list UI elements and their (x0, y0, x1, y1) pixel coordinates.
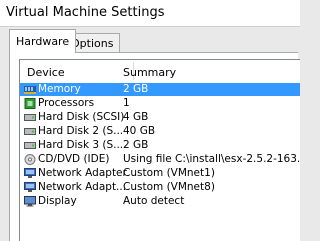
hard-disk-icon (24, 114, 36, 121)
hard-disk-icon (24, 128, 36, 135)
device-row-hard-disk-2[interactable]: Hard Disk 2 (S... 40 GB (20, 125, 300, 138)
tab-hardware-label: Hardware (16, 35, 70, 48)
device-summary: 2 GB (123, 83, 149, 95)
device-summary: Custom (VMnet8) (123, 181, 215, 193)
list-header: Device Summary (20, 60, 300, 82)
device-name: CD/DVD (IDE) (38, 153, 110, 165)
device-summary: 1 (123, 97, 130, 109)
tab-strip: Hardware Options (0, 27, 300, 53)
device-row-cd-dvd[interactable]: CD/DVD (IDE) Using file C:\install\esx-2… (20, 153, 300, 166)
device-summary: Using file C:\install\esx-2.5.2-163... (123, 153, 300, 165)
network-adapter-icon (24, 182, 36, 192)
device-list[interactable]: Device Summary Memory 2 GB Processors 1 … (19, 59, 300, 241)
column-header-summary[interactable]: Summary (123, 66, 176, 79)
title-bar: Virtual Machine Settings (0, 0, 300, 26)
memory-icon (24, 86, 36, 94)
device-summary: 2 GB (123, 139, 149, 151)
column-header-device[interactable]: Device (27, 66, 65, 79)
device-summary: 40 GB (123, 125, 156, 137)
device-name: Hard Disk 3 (S... (38, 139, 124, 151)
device-name: Hard Disk 2 (S... (38, 125, 124, 137)
device-row-memory[interactable]: Memory 2 GB (20, 83, 300, 96)
device-row-processors[interactable]: Processors 1 (20, 97, 300, 110)
device-name: Display (38, 195, 77, 207)
display-icon (24, 196, 36, 207)
network-adapter-icon (24, 168, 36, 178)
tab-options-label: Options (71, 37, 114, 50)
window-title: Virtual Machine Settings (6, 5, 165, 20)
device-summary: Custom (VMnet1) (123, 167, 215, 179)
device-name: Hard Disk (SCSI) (38, 111, 125, 123)
device-name: Memory (38, 83, 81, 95)
device-summary: Auto detect (123, 195, 185, 207)
cd-dvd-icon (24, 154, 36, 165)
device-name: Network Adapter (38, 167, 127, 179)
device-summary: 4 GB (123, 111, 149, 123)
device-name: Processors (38, 97, 95, 109)
device-row-network-adapter-2[interactable]: Network Adapt... Custom (VMnet8) (20, 181, 300, 194)
hard-disk-icon (24, 142, 36, 149)
device-row-hard-disk-scsi[interactable]: Hard Disk (SCSI) 4 GB (20, 111, 300, 124)
processor-icon (24, 98, 36, 109)
device-row-network-adapter[interactable]: Network Adapter Custom (VMnet1) (20, 167, 300, 180)
device-row-display[interactable]: Display Auto detect (20, 195, 300, 208)
device-row-hard-disk-3[interactable]: Hard Disk 3 (S... 2 GB (20, 139, 300, 152)
device-name: Network Adapt... (38, 181, 127, 193)
tab-hardware[interactable]: Hardware (9, 29, 77, 53)
